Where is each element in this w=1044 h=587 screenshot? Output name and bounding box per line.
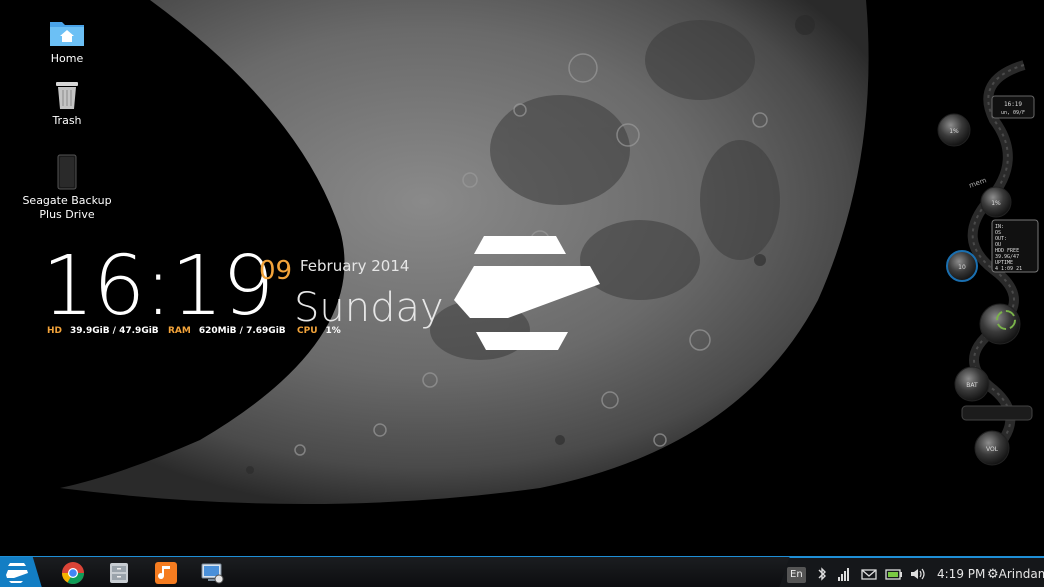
cpu-dial-value: 1%: [949, 128, 959, 135]
bat-bar: [961, 405, 1033, 421]
tray-bluetooth[interactable]: [817, 566, 827, 582]
mini-clock-time: 16:19: [1004, 101, 1022, 108]
desktop-icon-trash[interactable]: Trash: [17, 80, 117, 128]
mem-dial-value: 1%: [991, 200, 1001, 207]
info-line: 4 1:09 21: [995, 266, 1022, 272]
hd-value: 39.9GiB / 47.9GiB: [70, 326, 159, 336]
zorin-menu-icon: [6, 563, 28, 583]
cpu-value: 1%: [325, 326, 341, 336]
file-cabinet-icon: [110, 563, 128, 583]
signal-bars-icon: [838, 568, 849, 581]
system-tray: En 4:19 PM ⚙Arindam: [779, 557, 1044, 587]
ram-value: 620MiB / 7.69GiB: [198, 326, 286, 336]
desktop-icon-label: Trash: [52, 114, 82, 127]
keyboard-layout-indicator[interactable]: En: [787, 565, 806, 583]
tray-volume[interactable]: [909, 566, 925, 582]
bat-label: BAT: [966, 382, 978, 389]
taskbar: En 4:19 PM ⚙Arindam: [0, 556, 1044, 587]
desktop-icon-home[interactable]: Home: [17, 18, 117, 66]
remote-desktop-icon: [201, 563, 224, 584]
taskbar-app-remote-desktop[interactable]: [200, 561, 224, 585]
desktop-icon-label: Home: [50, 52, 84, 65]
conky-hd-stat: HD 39.9GiB / 47.9GiB: [47, 326, 159, 336]
tray-battery[interactable]: [885, 566, 903, 582]
conky-gadget: 16:19 un, 09/F 1% mem 1% IN: OS OUT: OU …: [937, 60, 1039, 466]
trash-icon: [56, 82, 78, 109]
taskbar-app-music[interactable]: [154, 561, 178, 585]
hd-label: HD: [47, 326, 63, 336]
vol-label: VOL: [986, 446, 999, 453]
conky-time: 16:19: [42, 239, 274, 334]
mail-icon: [861, 569, 877, 580]
conky-ram-stat: RAM 620MiB / 7.69GiB: [168, 326, 286, 336]
desktop-icon-seagate-drive[interactable]: Seagate Backup Plus Drive: [17, 154, 117, 222]
desktop: Home Trash Seagate Backup Plus Drive 16:…: [0, 0, 1044, 587]
conky-cpu-stat: CPU 1%: [297, 326, 341, 336]
battery-icon: [885, 569, 902, 580]
folder-home-icon: [50, 22, 84, 46]
mem-label: mem: [968, 176, 988, 190]
conky-day: 09: [259, 256, 293, 286]
tray-mail[interactable]: [861, 566, 877, 582]
tray-user-menu[interactable]: ⚙Arindam: [987, 566, 1044, 582]
bluetooth-icon: [818, 567, 826, 581]
tray-clock[interactable]: 4:19 PM: [937, 566, 985, 582]
taskbar-app-chrome[interactable]: [61, 561, 85, 585]
cpu-label: CPU: [297, 326, 318, 336]
user-name: Arindam: [998, 567, 1044, 581]
external-drive-icon: [57, 154, 77, 190]
net-dial-value: 10: [958, 264, 966, 271]
start-menu-button[interactable]: [0, 557, 42, 587]
tray-network[interactable]: [837, 566, 851, 582]
volume-icon: [911, 568, 925, 580]
conky-month-year: February 2014: [300, 257, 410, 275]
ram-label: RAM: [168, 326, 191, 336]
desktop-icon-label: Seagate Backup Plus Drive: [22, 194, 112, 221]
mini-clock-date: un, 09/F: [1001, 110, 1025, 116]
taskbar-app-file-manager[interactable]: [107, 561, 131, 585]
gear-icon: ⚙: [987, 567, 999, 582]
keyboard-layout-label: En: [787, 567, 806, 583]
music-note-icon: [155, 562, 177, 584]
chrome-icon: [62, 562, 84, 584]
